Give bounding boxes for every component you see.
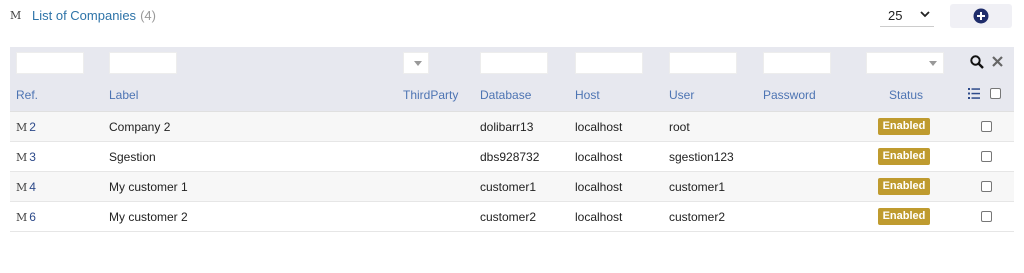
row-checkbox[interactable] — [981, 151, 992, 162]
column-host[interactable]: Host — [575, 88, 600, 102]
user-cell: customer2 — [669, 210, 726, 224]
companies-table: Ref. Label ThirdParty Database Host User… — [10, 47, 1014, 232]
filter-database-input[interactable] — [480, 52, 548, 74]
column-header-row: Ref. Label ThirdParty Database Host User… — [10, 77, 1014, 112]
database-cell: customer2 — [480, 210, 537, 224]
label-cell: My customer 2 — [109, 210, 188, 224]
page-title[interactable]: List of Companies — [32, 8, 136, 23]
title-group: M List of Companies (4) — [10, 8, 156, 23]
filter-status-select[interactable] — [866, 52, 944, 74]
table-row: M2 Company 2 dolibarr13 localhost root E… — [10, 112, 1014, 142]
filter-row — [10, 47, 1014, 77]
column-database[interactable]: Database — [480, 88, 531, 102]
host-cell: localhost — [575, 120, 623, 134]
table-row: M4 My customer 1 customer1 localhost cus… — [10, 172, 1014, 202]
ref-link[interactable]: M3 — [16, 150, 36, 164]
host-cell: localhost — [575, 210, 623, 224]
row-checkbox[interactable] — [981, 121, 992, 132]
label-cell: Company 2 — [109, 120, 171, 134]
page-header: M List of Companies (4) 25 — [0, 0, 1024, 40]
ref-number: 2 — [29, 120, 36, 134]
status-badge: Enabled — [878, 148, 930, 165]
module-icon: M — [16, 181, 28, 194]
search-icon[interactable] — [970, 55, 984, 69]
ref-number: 3 — [29, 150, 36, 164]
user-cell: root — [669, 120, 690, 134]
close-icon[interactable] — [992, 56, 1003, 67]
host-cell: localhost — [575, 180, 623, 194]
add-company-button[interactable] — [950, 4, 1012, 28]
module-icon: M — [16, 211, 28, 224]
list-icon[interactable] — [968, 88, 980, 99]
chevron-down-icon — [920, 11, 930, 18]
ref-link[interactable]: M4 — [16, 180, 36, 194]
database-cell: dbs928732 — [480, 150, 540, 164]
column-user[interactable]: User — [669, 88, 694, 102]
select-all-checkbox[interactable] — [990, 88, 1001, 99]
ref-link[interactable]: M6 — [16, 210, 36, 224]
label-cell: Sgestion — [109, 150, 156, 164]
column-ref[interactable]: Ref. — [16, 88, 38, 102]
page-size-value: 25 — [888, 7, 903, 23]
column-thirdparty[interactable]: ThirdParty — [403, 88, 458, 102]
module-icon: M — [16, 151, 28, 164]
filter-thirdparty-select[interactable] — [403, 52, 429, 74]
table-row: M6 My customer 2 customer2 localhost cus… — [10, 202, 1014, 232]
user-cell: sgestion123 — [669, 150, 734, 164]
status-badge: Enabled — [878, 178, 930, 195]
host-cell: localhost — [575, 150, 623, 164]
filter-user-input[interactable] — [669, 52, 737, 74]
filter-ref-input[interactable] — [16, 52, 84, 74]
column-status[interactable]: Status — [889, 88, 923, 102]
page-size-select[interactable]: 25 — [880, 4, 934, 27]
label-cell: My customer 1 — [109, 180, 188, 194]
ref-number: 6 — [29, 210, 36, 224]
user-cell: customer1 — [669, 180, 726, 194]
database-cell: dolibarr13 — [480, 120, 534, 134]
filter-host-input[interactable] — [575, 52, 643, 74]
filter-password-input[interactable] — [763, 52, 831, 74]
row-checkbox[interactable] — [981, 211, 992, 222]
filter-label-input[interactable] — [109, 52, 177, 74]
column-password[interactable]: Password — [763, 88, 816, 102]
table-row: M3 Sgestion dbs928732 localhost sgestion… — [10, 142, 1014, 172]
row-checkbox[interactable] — [981, 181, 992, 192]
column-label[interactable]: Label — [109, 88, 138, 102]
module-icon: M — [16, 121, 28, 134]
ref-number: 4 — [29, 180, 36, 194]
status-badge: Enabled — [878, 208, 930, 225]
ref-link[interactable]: M2 — [16, 120, 36, 134]
table-body: M2 Company 2 dolibarr13 localhost root E… — [10, 112, 1014, 232]
database-cell: customer1 — [480, 180, 537, 194]
module-icon: M — [10, 9, 22, 22]
plus-circle-icon — [973, 8, 989, 24]
status-badge: Enabled — [878, 118, 930, 135]
record-count: (4) — [140, 8, 156, 23]
